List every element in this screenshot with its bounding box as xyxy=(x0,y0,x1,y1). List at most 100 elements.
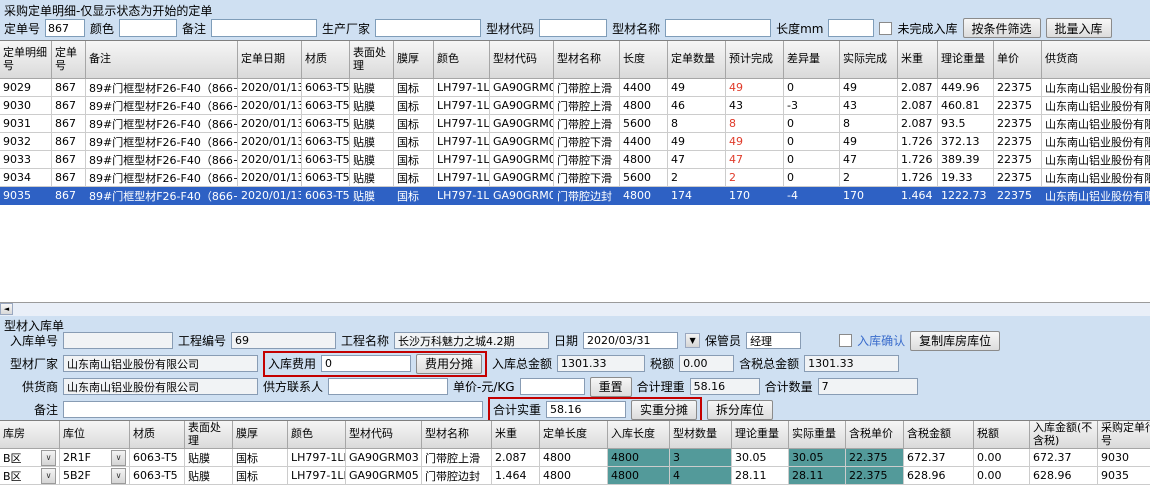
table-row[interactable]: B区∨5B2F∨6063-T5贴膜国标LH797-1LL0GA90GRM05门带… xyxy=(0,467,1150,485)
actual-total-field[interactable]: 58.16 xyxy=(546,401,626,418)
top-header-cell[interactable]: 膜厚 xyxy=(394,41,434,79)
top-header-cell[interactable]: 差异量 xyxy=(784,41,840,79)
bottom-header-cell[interactable]: 型材数量 xyxy=(670,421,732,449)
bottom-header-cell[interactable]: 库房 xyxy=(0,421,60,449)
supplier-field[interactable]: 山东南山铝业股份有限公司 xyxy=(63,378,258,395)
table-row[interactable]: B区∨2R1F∨6063-T5贴膜国标LH797-1LL0GA90GRM03门带… xyxy=(0,449,1150,467)
batch-inbound-button[interactable]: 批量入库 xyxy=(1046,18,1112,38)
table-row[interactable]: 903586789#门框型材F26-F40（866+867）2020/01/13… xyxy=(0,187,1150,205)
split-location-button[interactable]: 拆分库位 xyxy=(707,400,773,420)
top-header-cell[interactable]: 定单明细号 xyxy=(0,41,52,79)
top-header-cell[interactable]: 颜色 xyxy=(434,41,490,79)
chevron-down-icon[interactable]: ∨ xyxy=(41,468,56,484)
bottom-header-cell[interactable]: 含税单价 xyxy=(846,421,904,449)
factory-field[interactable]: 山东南山铝业股份有限公司 xyxy=(63,355,258,372)
bottom-header-cell[interactable]: 米重 xyxy=(492,421,540,449)
receipt-no-field[interactable] xyxy=(63,332,173,349)
filter-input-3[interactable] xyxy=(375,19,481,37)
top-header-cell[interactable]: 米重 xyxy=(898,41,938,79)
project-name-field[interactable]: 长沙万科魅力之城4.2期 xyxy=(394,332,549,349)
bottom-header-cell[interactable]: 型材名称 xyxy=(422,421,492,449)
top-header-cell[interactable]: 供货商 xyxy=(1042,41,1150,79)
top-header-cell[interactable]: 单价 xyxy=(994,41,1042,79)
top-header-cell[interactable]: 表面处理 xyxy=(350,41,394,79)
bottom-header-cell[interactable]: 入库金额(不含税) xyxy=(1030,421,1098,449)
date-picker-dropdown-icon[interactable]: ▼ xyxy=(685,333,700,348)
bottom-table-cell: 贴膜 xyxy=(185,467,233,485)
table-row[interactable]: 903186789#门框型材F26-F40（866+867）2020/01/13… xyxy=(0,115,1150,133)
filter-input-6[interactable] xyxy=(828,19,874,37)
top-table-cell: 89#门框型材F26-F40（866+867） xyxy=(86,169,238,187)
reset-button[interactable]: 重置 xyxy=(590,377,632,397)
tax-field[interactable]: 0.00 xyxy=(679,355,734,372)
combo-cell[interactable]: B区∨ xyxy=(0,467,60,485)
top-header-cell[interactable]: 理论重量 xyxy=(938,41,994,79)
chevron-down-icon[interactable]: ∨ xyxy=(111,450,126,466)
contact-field[interactable] xyxy=(328,378,448,395)
note-field[interactable] xyxy=(63,401,483,418)
bottom-header-cell[interactable]: 理论重量 xyxy=(732,421,789,449)
chevron-down-icon[interactable]: ∨ xyxy=(41,450,56,466)
table-row[interactable]: 903386789#门框型材F26-F40（866+867）2020/01/13… xyxy=(0,151,1150,169)
bottom-header-cell[interactable]: 含税金额 xyxy=(904,421,974,449)
top-header-cell[interactable]: 实际完成 xyxy=(840,41,898,79)
top-table-hscrollbar[interactable]: ◄ xyxy=(0,302,1150,316)
top-table-cell: 贴膜 xyxy=(350,115,394,133)
bottom-header-cell[interactable]: 采购定单行号 xyxy=(1098,421,1150,449)
scroll-left-icon[interactable]: ◄ xyxy=(0,303,13,315)
top-header-cell[interactable]: 定单日期 xyxy=(238,41,302,79)
filter-fields: 定单号颜色备注生产厂家型材代码型材名称长度mm xyxy=(4,19,874,37)
bottom-header-cell[interactable]: 实际重量 xyxy=(789,421,846,449)
combo-cell[interactable]: 5B2F∨ xyxy=(60,467,130,485)
bottom-header-cell[interactable]: 表面处理 xyxy=(185,421,233,449)
filter-label-6: 长度mm xyxy=(776,20,823,37)
top-header-cell[interactable]: 定单号 xyxy=(52,41,86,79)
filter-input-1[interactable] xyxy=(119,19,177,37)
table-row[interactable]: 903486789#门框型材F26-F40（866+867）2020/01/13… xyxy=(0,169,1150,187)
keeper-field[interactable]: 经理 xyxy=(746,332,801,349)
bottom-header-cell[interactable]: 税额 xyxy=(974,421,1030,449)
top-table-cell: 6063-T5 xyxy=(302,133,350,151)
top-table-cell: 9032 xyxy=(0,133,52,151)
combo-cell[interactable]: B区∨ xyxy=(0,449,60,467)
table-row[interactable]: 903286789#门框型材F26-F40（866+867）2020/01/13… xyxy=(0,133,1150,151)
unfinished-checkbox[interactable] xyxy=(879,22,892,35)
top-header-cell[interactable]: 定单数量 xyxy=(668,41,726,79)
bottom-header-cell[interactable]: 定单长度 xyxy=(540,421,608,449)
theory-total-field[interactable]: 58.16 xyxy=(690,378,760,395)
top-header-cell[interactable]: 材质 xyxy=(302,41,350,79)
table-row[interactable]: 902986789#门框型材F26-F40（866+867）2020/01/13… xyxy=(0,79,1150,97)
total-with-tax-field[interactable]: 1301.33 xyxy=(804,355,899,372)
bottom-header-cell[interactable]: 入库长度 xyxy=(608,421,670,449)
filter-input-5[interactable] xyxy=(665,19,771,37)
top-header-cell[interactable]: 型材代码 xyxy=(490,41,554,79)
date-field[interactable]: 2020/03/31 xyxy=(583,332,678,349)
fee-allocate-button[interactable]: 费用分摊 xyxy=(416,354,482,374)
copy-warehouse-location-button[interactable]: 复制库房库位 xyxy=(910,331,1000,351)
filter-input-0[interactable] xyxy=(45,19,85,37)
filter-label-5: 型材名称 xyxy=(612,20,660,37)
actual-weight-allocate-button[interactable]: 实重分摊 xyxy=(631,400,697,420)
filter-input-2[interactable] xyxy=(211,19,317,37)
top-header-cell[interactable]: 长度 xyxy=(620,41,668,79)
bottom-header-cell[interactable]: 型材代码 xyxy=(346,421,422,449)
top-header-cell[interactable]: 型材名称 xyxy=(554,41,620,79)
qty-total-field[interactable]: 7 xyxy=(818,378,918,395)
bottom-header-cell[interactable]: 库位 xyxy=(60,421,130,449)
project-no-field[interactable]: 69 xyxy=(231,332,336,349)
top-header-cell[interactable]: 备注 xyxy=(86,41,238,79)
filter-input-4[interactable] xyxy=(539,19,607,37)
bottom-header-cell[interactable]: 膜厚 xyxy=(233,421,288,449)
inbound-confirm-checkbox[interactable] xyxy=(839,334,852,347)
table-row[interactable]: 903086789#门框型材F26-F40（866+867）2020/01/13… xyxy=(0,97,1150,115)
bottom-header-cell[interactable]: 颜色 xyxy=(288,421,346,449)
filter-by-condition-button[interactable]: 按条件筛选 xyxy=(963,18,1041,38)
bottom-header-cell[interactable]: 材质 xyxy=(130,421,185,449)
inbound-total-field[interactable]: 1301.33 xyxy=(557,355,645,372)
unit-price-field[interactable] xyxy=(520,378,585,395)
top-table-cell: LH797-1LL0 xyxy=(434,169,490,187)
chevron-down-icon[interactable]: ∨ xyxy=(111,468,126,484)
combo-cell[interactable]: 2R1F∨ xyxy=(60,449,130,467)
inbound-fee-field[interactable]: 0 xyxy=(321,355,411,372)
top-header-cell[interactable]: 预计完成 xyxy=(726,41,784,79)
